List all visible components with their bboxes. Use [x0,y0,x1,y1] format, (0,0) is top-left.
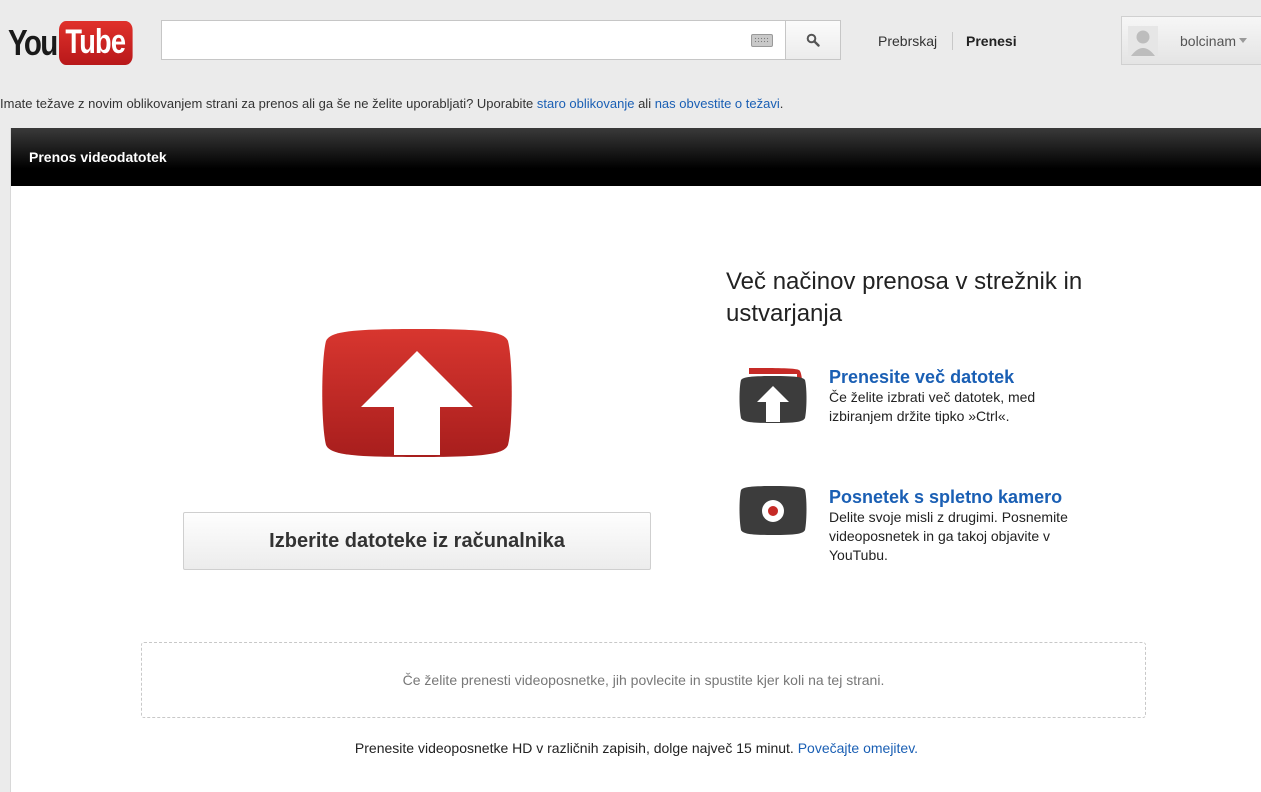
nav-divider [952,32,953,50]
username: bolcinam [1180,32,1237,49]
notice-end: . [779,96,784,111]
drop-zone[interactable]: Če želite prenesti videoposnetke, jih po… [141,642,1146,718]
webcam-option: Posnetek s spletno kamero Delite svoje m… [735,486,1135,565]
nav-browse-link[interactable]: Prebrskaj [878,33,937,49]
search-icon [806,33,820,47]
youtube-logo[interactable]: You Tube [8,20,136,66]
search-button[interactable] [785,20,841,60]
drop-zone-hint: Če želite prenesti videoposnetke, jih po… [402,672,885,688]
keyboard-icon[interactable] [751,34,773,47]
upload-limit-note: Prenesite videoposnetke HD v različnih z… [11,740,1261,756]
notice-middle: ali [634,96,655,111]
increase-limit-link[interactable]: Povečajte omejitev. [798,740,918,756]
old-design-link[interactable]: staro oblikovanje [537,96,635,111]
upload-panel: Prenos videodatotek Izberite datoteke iz… [10,128,1261,792]
search-box [161,20,785,60]
report-problem-link[interactable]: nas obvestite o težavi [655,96,780,111]
avatar [1128,25,1158,56]
multiple-upload-link[interactable]: Prenesite več datotek [829,366,1099,388]
multiple-upload-option: Prenesite več datotek Če želite izbrati … [735,366,1135,426]
select-files-button[interactable]: Izberite datoteke iz računalnika [183,512,651,570]
search-input[interactable] [162,21,785,59]
upload-arrow-icon[interactable] [320,327,514,459]
logo-tube-text: Tube [59,21,133,65]
chevron-down-icon [1239,38,1248,43]
upload-limit-text: Prenesite videoposnetke HD v različnih z… [354,740,798,756]
notice-text: Imate težave z novim oblikovanjem strani… [0,96,537,111]
more-options-heading: Več načinov prenosa v strežnik in ustvar… [726,268,1083,327]
multiple-upload-desc: Če želite izbrati več datotek, med izbir… [829,389,1036,424]
webcam-desc: Delite svoje misli z drugimi. Posnemite … [829,509,1068,563]
nav-upload-link[interactable]: Prenesi [966,33,1017,49]
multi-upload-icon[interactable] [735,366,813,426]
panel-header: Prenos videodatotek [11,128,1261,186]
logo-you-text: You [8,22,58,63]
page-title: Prenos videodatotek [29,149,167,165]
user-menu[interactable]: bolcinam [1121,16,1261,65]
webcam-record-icon[interactable] [735,486,813,546]
webcam-link[interactable]: Posnetek s spletno kamero [829,486,1099,508]
redesign-notice: Imate težave z novim oblikovanjem strani… [0,96,783,111]
